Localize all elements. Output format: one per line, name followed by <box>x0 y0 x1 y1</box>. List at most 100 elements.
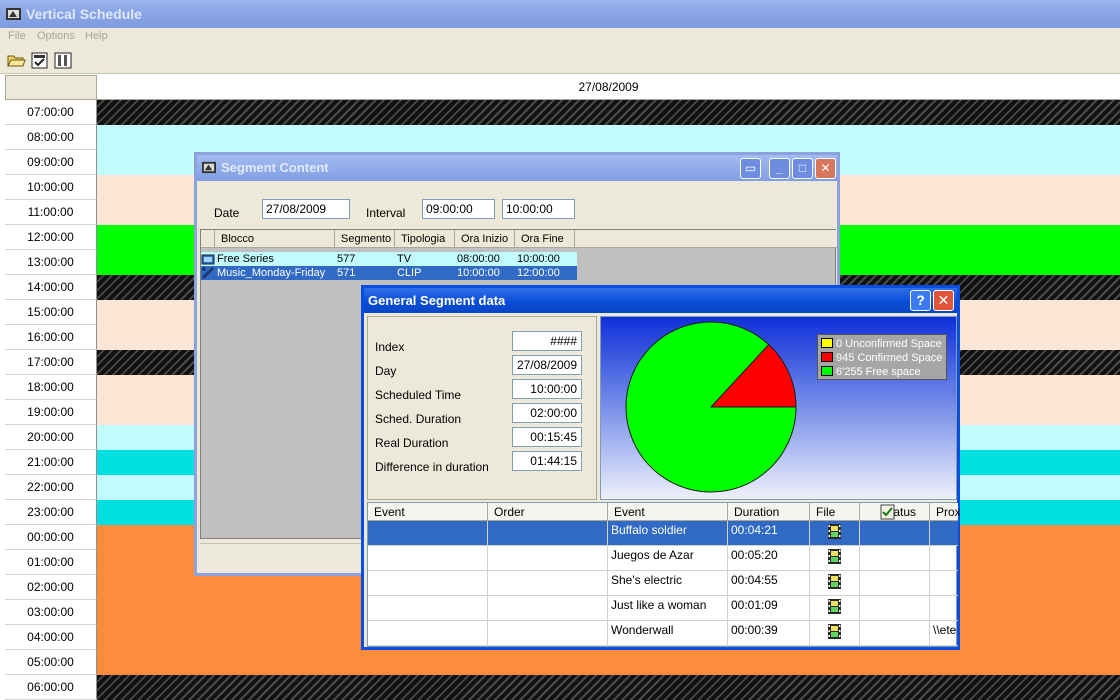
event-cell-status <box>860 571 930 596</box>
event-row[interactable]: Just like a woman 00:01:09 <box>368 596 958 621</box>
columns-icon[interactable] <box>53 51 73 70</box>
time-slot-label: 17:00:00 <box>5 350 97 375</box>
segment-content-title: Segment Content <box>221 160 329 175</box>
column-header-segmento[interactable]: Segmento <box>335 230 395 248</box>
event-cell-file[interactable] <box>810 521 860 546</box>
time-slot-label: 12:00:00 <box>5 225 97 250</box>
help-button[interactable]: ? <box>910 290 931 311</box>
maximize-button[interactable]: □ <box>792 158 813 179</box>
column-header-duration[interactable]: Duration <box>728 503 810 521</box>
event-row[interactable]: Wonderwall 00:00:39 \\ete <box>368 621 958 646</box>
schedule-row[interactable]: 08:00:00 <box>5 125 1120 150</box>
schedule-row[interactable]: 07:00:00 <box>5 100 1120 125</box>
event-cell-event: Wonderwall <box>608 621 728 646</box>
event-cell-prox <box>930 571 958 596</box>
app-title: Vertical Schedule <box>26 6 142 22</box>
column-header-event[interactable]: Event <box>608 503 728 521</box>
column-header-blocco[interactable]: Blocco <box>215 230 335 248</box>
column-header-ora-inizio[interactable]: Ora Inizio <box>455 230 515 248</box>
event-cell-status <box>860 621 930 646</box>
event-cell-order <box>488 546 608 571</box>
event-cell-file[interactable] <box>810 546 860 571</box>
menu-options[interactable]: Options <box>37 30 75 42</box>
legend-item-confirmed: 945 Confirmed Space <box>821 352 942 366</box>
time-slot-label: 14:00:00 <box>5 275 97 300</box>
column-header-status[interactable]: Status <box>860 503 930 521</box>
time-slot-label: 08:00:00 <box>5 125 97 150</box>
minimize-button[interactable]: _ <box>769 158 790 179</box>
menu-help[interactable]: Help <box>85 30 108 42</box>
close-button[interactable]: ✕ <box>815 158 836 179</box>
segment-cell-segmento: 571 <box>337 267 356 279</box>
time-slot-label: 04:00:00 <box>5 625 97 650</box>
info-value-field[interactable]: 00:15:45 <box>512 427 582 447</box>
menu-file[interactable]: File <box>8 30 26 42</box>
interval-from-field[interactable]: 09:00:00 <box>422 199 495 219</box>
info-value-field[interactable]: 02:00:00 <box>512 403 582 423</box>
film-icon <box>828 624 841 639</box>
event-cell-order <box>488 596 608 621</box>
time-slot-label: 16:00:00 <box>5 325 97 350</box>
time-slot-label: 02:00:00 <box>5 575 97 600</box>
legend-item-unconfirmed: 0 Unconfirmed Space <box>821 338 942 352</box>
column-header-prox[interactable]: Prox <box>930 503 961 521</box>
time-slot-label: 23:00:00 <box>5 500 97 525</box>
schedule-date-header: 27/08/2009 <box>97 75 1120 100</box>
time-slot-label: 00:00:00 <box>5 525 97 550</box>
event-cell-status <box>860 521 930 546</box>
event-cell-file[interactable] <box>810 596 860 621</box>
time-slot-label: 06:00:00 <box>5 675 97 700</box>
time-slot-label: 05:00:00 <box>5 650 97 675</box>
date-field[interactable]: 27/08/2009 <box>262 199 350 219</box>
event-row[interactable]: Juegos de Azar 00:05:20 <box>368 546 958 571</box>
column-header-event-left[interactable]: Event <box>368 503 488 521</box>
info-value-field[interactable]: 27/08/2009 <box>512 355 582 375</box>
event-cell-duration: 00:05:20 <box>728 546 810 571</box>
column-header-order[interactable]: Order <box>488 503 608 521</box>
time-slot-label: 13:00:00 <box>5 250 97 275</box>
column-header-tipologia[interactable]: Tipologia <box>395 230 455 248</box>
restore-size-icon[interactable]: ▭ <box>740 158 761 179</box>
info-value-field[interactable]: #### <box>512 331 582 351</box>
schedule-block[interactable] <box>97 650 1120 675</box>
event-cell-event: Just like a woman <box>608 596 728 621</box>
segment-row[interactable]: Free Series 577 TV 08:00:00 10:00:00 <box>201 252 577 266</box>
general-segment-title-bar: General Segment data ? ✕ <box>364 288 957 313</box>
info-value-field[interactable]: 01:44:15 <box>512 451 582 471</box>
event-cell-file[interactable] <box>810 571 860 596</box>
segment-cell-fine: 10:00:00 <box>517 253 560 265</box>
time-slot-label: 11:00:00 <box>5 200 97 225</box>
properties-icon[interactable] <box>30 51 50 70</box>
time-slot-label: 20:00:00 <box>5 425 97 450</box>
schedule-row[interactable]: 06:00:00 <box>5 675 1120 700</box>
time-slot-label: 03:00:00 <box>5 600 97 625</box>
event-cell-duration: 00:00:39 <box>728 621 810 646</box>
column-header-ora-fine[interactable]: Ora Fine <box>515 230 575 248</box>
schedule-block[interactable] <box>97 125 1120 150</box>
event-cell-event: Juegos de Azar <box>608 546 728 571</box>
event-cell-file[interactable] <box>810 621 860 646</box>
event-row[interactable]: Buffalo soldier 00:04:21 <box>368 521 958 546</box>
chart-legend: 0 Unconfirmed Space 945 Confirmed Space … <box>817 334 947 380</box>
event-cell-event-left <box>368 596 488 621</box>
event-row[interactable]: She's electric 00:04:55 <box>368 571 958 596</box>
time-slot-label: 07:00:00 <box>5 100 97 125</box>
open-folder-icon[interactable] <box>6 51 26 70</box>
info-label: Difference in duration <box>375 460 489 474</box>
column-header-file[interactable]: File <box>810 503 860 521</box>
info-value-field[interactable]: 10:00:00 <box>512 379 582 399</box>
time-slot-label: 10:00:00 <box>5 175 97 200</box>
interval-to-field[interactable]: 10:00:00 <box>502 199 575 219</box>
schedule-block[interactable] <box>97 100 1120 125</box>
time-slot-label: 09:00:00 <box>5 150 97 175</box>
film-icon <box>828 524 841 539</box>
schedule-row[interactable]: 05:00:00 <box>5 650 1120 675</box>
segment-cell-segmento: 577 <box>337 253 356 265</box>
schedule-block[interactable] <box>97 675 1120 700</box>
segment-row[interactable]: Music_Monday-Friday 571 CLIP 10:00:00 12:00:… <box>201 266 577 280</box>
date-label: Date <box>214 206 240 220</box>
event-cell-order <box>488 571 608 596</box>
info-label: Scheduled Time <box>375 388 462 402</box>
close-button[interactable]: ✕ <box>933 290 954 311</box>
time-slot-label: 15:00:00 <box>5 300 97 325</box>
